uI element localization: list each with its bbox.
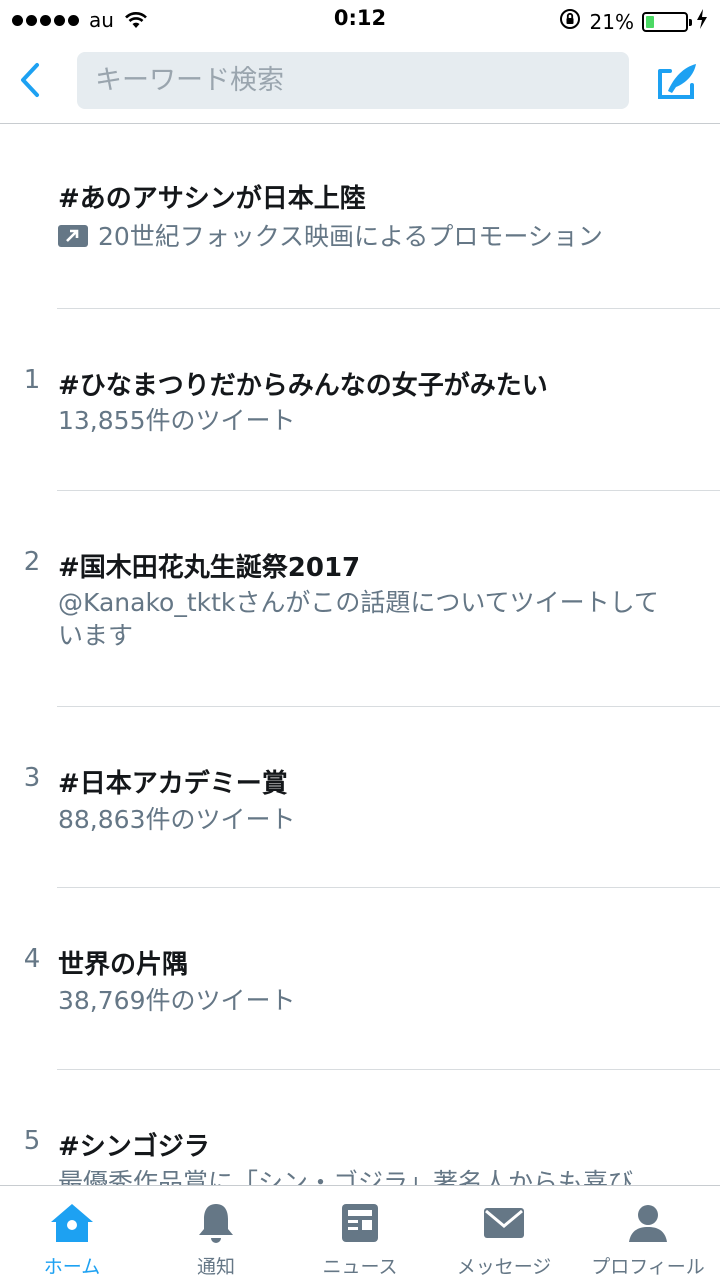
trend-title: 世界の片隅 — [58, 950, 189, 980]
trend-item[interactable]: 3 #日本アカデミー賞 88,863件のツイート — [0, 707, 720, 888]
trend-title: #あのアサシンが日本上陸 — [58, 184, 366, 214]
bell-icon — [191, 1200, 241, 1246]
trend-rank: 3 — [23, 763, 41, 793]
battery-icon — [642, 11, 692, 32]
tab-profile[interactable]: プロフィール — [576, 1186, 720, 1280]
promoted-by-text: 20世紀フォックス映画によるプロモーション — [98, 222, 603, 251]
rotation-lock-icon — [558, 7, 582, 36]
back-button[interactable] — [10, 56, 50, 104]
search-box[interactable] — [77, 52, 629, 109]
trends-list: #あのアサシンが日本上陸 20世紀フォックス映画によるプロモーション 1 #ひな… — [0, 125, 720, 1185]
battery-level — [646, 15, 654, 28]
charging-icon — [696, 9, 708, 34]
tab-news[interactable]: ニュース — [288, 1186, 432, 1280]
trend-rank: 2 — [23, 547, 41, 577]
trend-rank: 5 — [23, 1126, 41, 1156]
trend-subtitle: 最優秀作品賞に「シン・ゴジラ」著名人からも喜び — [58, 1168, 634, 1185]
home-icon — [47, 1200, 97, 1246]
trend-item[interactable]: 1 #ひなまつりだからみんなの女子がみたい 13,855件のツイート — [0, 309, 720, 491]
trend-rank: 1 — [23, 365, 41, 395]
tab-label: プロフィール — [591, 1256, 705, 1278]
battery-percent: 21% — [589, 9, 634, 34]
status-bar: au 0:12 21% — [0, 0, 720, 40]
news-icon — [335, 1200, 385, 1246]
trend-subtitle: 13,855件のツイート — [58, 406, 296, 435]
search-input[interactable] — [77, 52, 629, 109]
tab-messages[interactable]: メッセージ — [432, 1186, 576, 1280]
status-bar-right: 21% — [558, 7, 708, 36]
trend-item-promoted[interactable]: #あのアサシンが日本上陸 20世紀フォックス映画によるプロモーション — [0, 125, 720, 309]
trend-title: #国木田花丸生誕祭2017 — [58, 553, 361, 583]
tab-notifications[interactable]: 通知 — [144, 1186, 288, 1280]
trend-subtitle: 38,769件のツイート — [58, 986, 296, 1015]
tab-label: 通知 — [196, 1256, 235, 1278]
trend-subtitle: 88,863件のツイート — [58, 805, 296, 834]
trend-item[interactable]: 2 #国木田花丸生誕祭2017 @Kanako_tktkさんがこの話題についてツ… — [0, 491, 720, 707]
tab-label: ニュース — [322, 1256, 398, 1278]
trend-subtitle: 20世紀フォックス映画によるプロモーション — [58, 220, 688, 253]
tab-home[interactable]: ホーム — [0, 1186, 144, 1280]
trend-item[interactable]: 5 #シンゴジラ 最優秀作品賞に「シン・ゴジラ」著名人からも喜び — [0, 1070, 720, 1185]
trend-title: #シンゴジラ — [58, 1132, 210, 1162]
trend-title: #日本アカデミー賞 — [58, 769, 288, 799]
person-icon — [623, 1200, 673, 1246]
envelope-icon — [479, 1200, 529, 1246]
trend-rank: 4 — [23, 944, 41, 974]
trend-item[interactable]: 4 世界の片隅 38,769件のツイート — [0, 888, 720, 1070]
nav-bar — [0, 40, 720, 124]
tab-label: ホーム — [43, 1256, 101, 1278]
trend-title: #ひなまつりだからみんなの女子がみたい — [58, 371, 548, 401]
compose-icon — [658, 64, 696, 99]
trend-subtitle: @Kanako_tktkさんがこの話題についてツイートしています — [58, 588, 659, 650]
chevron-left-icon — [21, 63, 39, 97]
tab-bar: ホーム 通知 ニュース メッセージ プロフィール — [0, 1185, 720, 1280]
promoted-icon — [58, 225, 88, 247]
compose-button[interactable] — [650, 56, 706, 106]
tab-label: メッセージ — [456, 1256, 552, 1278]
